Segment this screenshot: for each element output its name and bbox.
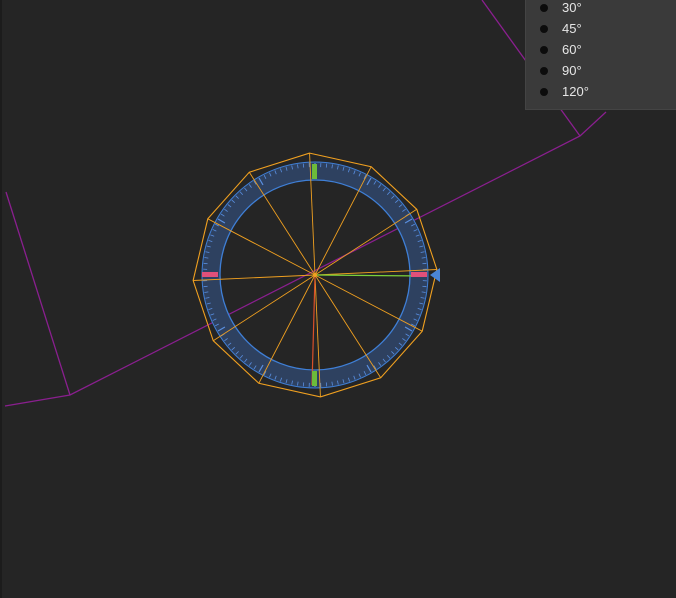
radio-icon[interactable] — [540, 24, 548, 33]
snap-option-label: 45° — [562, 21, 582, 36]
radio-icon[interactable] — [540, 3, 548, 12]
scene-edge — [4, 111, 607, 407]
snap-option-45[interactable]: 45° — [526, 18, 676, 39]
snap-spoke — [212, 274, 316, 342]
x-axis-handle-right — [411, 272, 427, 277]
radio-icon[interactable] — [540, 66, 548, 75]
scene-edges — [4, 0, 607, 407]
axis-line — [311, 274, 316, 386]
snap-angle-menu: 30° 45° 60° 90° 120° — [525, 0, 676, 110]
gizmo-center — [313, 273, 317, 277]
snap-spoke — [314, 208, 418, 276]
radio-icon[interactable] — [540, 87, 548, 96]
radio-icon[interactable] — [540, 45, 548, 54]
snap-option-30[interactable]: 30° — [526, 0, 676, 18]
scene-edge — [5, 191, 71, 396]
rotation-gizmo[interactable] — [192, 152, 440, 398]
snap-option-label: 90° — [562, 63, 582, 78]
snap-spoke — [248, 171, 316, 276]
snap-option-label: 30° — [562, 0, 582, 15]
snap-option-label: 120° — [562, 84, 589, 99]
snap-option-60[interactable]: 60° — [526, 39, 676, 60]
snap-option-label: 60° — [562, 42, 582, 57]
x-axis-handle-left — [202, 272, 218, 277]
y-axis-handle-top — [312, 164, 317, 179]
snap-spoke — [314, 274, 382, 379]
snap-option-90[interactable]: 90° — [526, 60, 676, 81]
y-axis-handle-bottom — [312, 371, 317, 386]
3d-viewport[interactable]: 30° 45° 60° 90° 120° — [0, 0, 676, 598]
snap-option-120[interactable]: 120° — [526, 81, 676, 102]
